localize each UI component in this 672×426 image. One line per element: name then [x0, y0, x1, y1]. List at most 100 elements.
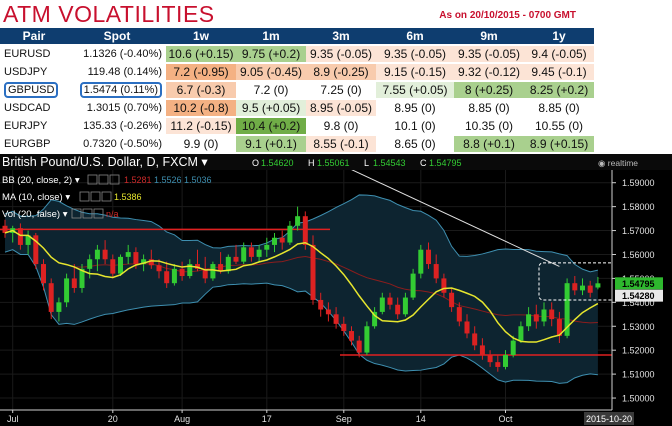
- candle[interactable]: [310, 244, 316, 300]
- vol-cell: 10.55 (0): [524, 118, 594, 134]
- candle[interactable]: [164, 271, 170, 284]
- candle[interactable]: [110, 259, 116, 274]
- vol-cell: 8.9 (-0.25): [306, 64, 376, 80]
- candle[interactable]: [333, 314, 339, 324]
- vol-cell: 8.65 (0): [376, 136, 454, 152]
- x-tick-label: 14: [416, 414, 426, 424]
- candle[interactable]: [580, 285, 585, 291]
- candle[interactable]: [587, 285, 593, 293]
- candle[interactable]: [56, 302, 62, 312]
- candle[interactable]: [125, 252, 131, 257]
- candle[interactable]: [264, 244, 270, 250]
- candle[interactable]: [479, 345, 485, 355]
- candle[interactable]: [495, 362, 501, 367]
- candle[interactable]: [349, 331, 354, 341]
- candle[interactable]: [449, 292, 455, 308]
- candle[interactable]: [441, 278, 447, 293]
- x-tick-label: Jul: [7, 414, 19, 424]
- candle[interactable]: [87, 259, 93, 269]
- candle[interactable]: [541, 309, 547, 322]
- table-body: EURUSD 1.1326 (-0.40%) 10.6 (+0.15) 9.75 (+…: [0, 46, 594, 152]
- candle[interactable]: [17, 228, 23, 245]
- y-tick-label: 1.53000: [622, 322, 655, 332]
- table-row[interactable]: EURUSD 1.1326 (-0.40%) 10.6 (+0.15) 9.75 (+…: [0, 46, 594, 62]
- vol-indicator-label[interactable]: Vol (20, false) ▾: [2, 209, 68, 220]
- candle[interactable]: [179, 268, 185, 277]
- candle[interactable]: [233, 256, 239, 262]
- bb-value: 1.5036: [184, 175, 212, 185]
- candle[interactable]: [518, 326, 524, 341]
- candle[interactable]: [325, 309, 331, 315]
- ma-indicator-label[interactable]: MA (10, close) ▾: [2, 192, 70, 203]
- candle[interactable]: [402, 297, 408, 315]
- y-tick-label: 1.59000: [622, 178, 655, 188]
- candle[interactable]: [48, 283, 54, 312]
- candle[interactable]: [549, 309, 555, 320]
- candle[interactable]: [433, 264, 439, 279]
- vol-cell: 9.35 (-0.05): [306, 46, 376, 62]
- candle[interactable]: [533, 314, 539, 322]
- candle[interactable]: [379, 297, 385, 312]
- vol-cell: 8.9 (+0.15): [524, 136, 594, 152]
- candle[interactable]: [118, 256, 123, 274]
- pair-cell: EURUSD: [4, 48, 51, 60]
- candle[interactable]: [272, 237, 277, 245]
- candle[interactable]: [210, 264, 216, 279]
- candle[interactable]: [64, 278, 70, 303]
- candle[interactable]: [279, 237, 285, 243]
- vol-cell: 9.32 (-0.12): [454, 64, 524, 80]
- candle[interactable]: [487, 354, 493, 363]
- candle[interactable]: [503, 354, 508, 367]
- candle[interactable]: [356, 340, 362, 353]
- table-row[interactable]: USDCAD 1.3015 (0.70%) 10.2 (-0.8) 9.5 (+0.0…: [0, 100, 594, 116]
- pair-cell: EURGBP: [4, 138, 51, 150]
- table-row[interactable]: EURGBP 0.7320 (-0.50%) 9.9 (0) 9.1 (+0.1) 8.…: [0, 136, 594, 152]
- table-row[interactable]: GBPUSD 1.5474 (0.11%) 6.7 (-0.3) 7.2 (0) 7.2…: [0, 82, 594, 98]
- candle[interactable]: [133, 252, 139, 265]
- candle[interactable]: [94, 249, 100, 260]
- candle[interactable]: [395, 304, 401, 315]
- pair-cell: USDCAD: [4, 102, 51, 114]
- candle[interactable]: [472, 333, 478, 346]
- table-row[interactable]: EURJPY 135.33 (-0.26%) 11.2 (-0.15) 10.4 (+…: [0, 118, 594, 134]
- candle[interactable]: [248, 247, 254, 257]
- candle[interactable]: [410, 273, 416, 298]
- candle[interactable]: [156, 265, 162, 272]
- candle[interactable]: [341, 323, 347, 332]
- candle[interactable]: [225, 256, 231, 272]
- bb-indicator-label[interactable]: BB (20, close, 2) ▾: [2, 175, 80, 186]
- column-header-9m: 9m: [454, 28, 524, 44]
- table-row[interactable]: USDJPY 119.48 (0.14%) 7.2 (-0.95) 9.05 (-0.…: [0, 64, 594, 80]
- gbpusd-candlestick-chart[interactable]: 1.600001.590001.580001.570001.560001.550…: [0, 154, 672, 426]
- candle[interactable]: [418, 249, 424, 274]
- y-tick-label: 1.57000: [622, 226, 655, 236]
- candle[interactable]: [102, 249, 108, 260]
- chart-title[interactable]: British Pound/U.S. Dollar, D, FXCM ▾: [2, 155, 208, 169]
- candle[interactable]: [572, 283, 578, 291]
- candle[interactable]: [426, 249, 431, 265]
- candle[interactable]: [295, 216, 301, 226]
- candle[interactable]: [241, 247, 247, 262]
- candle[interactable]: [302, 216, 308, 245]
- candle[interactable]: [387, 297, 393, 305]
- y-tick-label: 1.58000: [622, 202, 655, 212]
- vol-cell: 8.55 (-0.1): [306, 136, 376, 152]
- candle[interactable]: [595, 283, 601, 288]
- candle[interactable]: [456, 307, 462, 322]
- candle[interactable]: [464, 321, 470, 334]
- candle[interactable]: [171, 268, 177, 284]
- candle[interactable]: [364, 326, 370, 353]
- candle[interactable]: [318, 299, 324, 310]
- as-of-timestamp: As on 20/10/2015 - 0700 GMT: [439, 10, 576, 21]
- candle[interactable]: [526, 314, 532, 327]
- vol-cell: 9.45 (-0.1): [524, 64, 594, 80]
- candle[interactable]: [256, 249, 262, 257]
- column-header-1m: 1m: [236, 28, 306, 44]
- candle[interactable]: [71, 278, 77, 288]
- column-header-3m: 3m: [306, 28, 376, 44]
- atm-volatility-table: Pair Spot 1w 1m 3m 6m 9m 1y EURUSD 1.1326 (-0.40…: [0, 26, 594, 154]
- candle[interactable]: [41, 264, 46, 284]
- candle[interactable]: [287, 225, 293, 243]
- candle[interactable]: [510, 340, 516, 355]
- vol-cell: 8.95 (0): [376, 100, 454, 116]
